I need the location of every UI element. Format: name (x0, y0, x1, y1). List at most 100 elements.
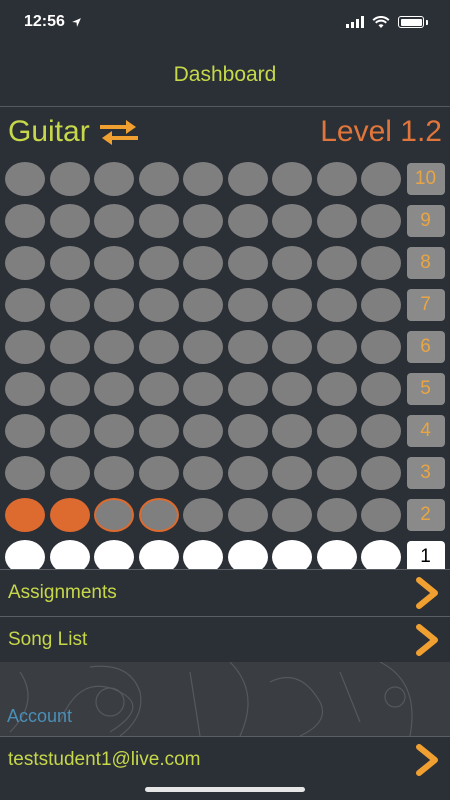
progress-dot-empty (49, 288, 90, 322)
progress-row: 10 (5, 158, 445, 200)
row-number-badge: 3 (406, 457, 445, 489)
progress-dot-empty (5, 456, 45, 490)
progress-dot-empty (316, 372, 357, 406)
account-section-label: Account (7, 706, 73, 726)
progress-dot-empty (138, 456, 179, 490)
progress-dot-empty (227, 288, 268, 322)
progress-dot-empty (94, 330, 134, 364)
row-number-badge: 6 (406, 331, 445, 363)
battery-cap (426, 19, 428, 25)
progress-dot-filled (5, 498, 45, 532)
home-indicator[interactable] (145, 787, 305, 792)
progress-dot-empty (94, 288, 134, 322)
progress-dot-empty (94, 246, 134, 280)
progress-dot-empty (138, 414, 179, 448)
progress-dot-empty (227, 204, 268, 238)
progress-row: 9 (5, 200, 445, 242)
progress-row: 6 (5, 326, 445, 368)
account-email: teststudent1@live.com (8, 748, 201, 770)
progress-dot-empty (227, 414, 268, 448)
progress-dot-empty (361, 330, 401, 364)
progress-dot-empty (183, 204, 223, 238)
wifi-icon (372, 15, 390, 28)
progress-row: 8 (5, 242, 445, 284)
progress-row: 2 (5, 494, 445, 536)
row-number-badge: 10 (406, 163, 445, 195)
chevron-right-icon (416, 623, 438, 656)
row-number-badge: 9 (406, 205, 445, 237)
progress-dot-empty (361, 204, 401, 238)
level-label: Level 1.2 (320, 115, 442, 148)
progress-dot-empty (227, 456, 268, 490)
progress-dot-empty (138, 372, 179, 406)
signal-icon (346, 16, 364, 28)
progress-dot-empty (272, 246, 312, 280)
battery-icon (398, 16, 424, 28)
progress-dot-empty (5, 246, 45, 280)
progress-grid: 10 9 8 7 6 5 4 3 2 1 (5, 158, 445, 578)
progress-dot-empty (94, 414, 134, 448)
progress-dot-empty (316, 288, 357, 322)
progress-dot-empty (316, 330, 357, 364)
row-number-badge: 2 (406, 499, 445, 531)
progress-dot-empty (227, 498, 268, 532)
status-right (346, 15, 428, 29)
progress-dot-empty (5, 162, 45, 196)
row-number-badge: 5 (406, 373, 445, 405)
progress-dot-empty (272, 204, 312, 238)
progress-dot-empty (5, 204, 45, 238)
song-list-label: Song List (8, 628, 88, 650)
assignments-row[interactable]: Assignments (0, 569, 450, 615)
progress-dot-empty (361, 246, 401, 280)
progress-dot-empty (5, 414, 45, 448)
row-number-badge: 4 (406, 415, 445, 447)
status-bar: 12:56 (0, 0, 450, 44)
account-section-header: Account (0, 662, 450, 736)
progress-dot-outlined (94, 498, 134, 532)
progress-dot-empty (227, 162, 268, 196)
progress-dot-empty (183, 288, 223, 322)
nav-bar: Dashboard (0, 44, 450, 107)
progress-dot-empty (361, 162, 401, 196)
status-left: 12:56 (24, 13, 82, 31)
progress-dot-empty (227, 246, 268, 280)
progress-dot-empty (5, 330, 45, 364)
progress-dot-empty (272, 372, 312, 406)
progress-dot-empty (272, 456, 312, 490)
progress-dot-empty (272, 498, 312, 532)
account-email-row[interactable]: teststudent1@live.com (0, 736, 450, 782)
progress-dot-empty (183, 414, 223, 448)
progress-dot-empty (49, 246, 90, 280)
progress-dot-empty (49, 372, 90, 406)
progress-dot-empty (183, 456, 223, 490)
progress-dot-empty (138, 330, 179, 364)
progress-dot-empty (227, 330, 268, 364)
progress-row: 4 (5, 410, 445, 452)
progress-dot-empty (227, 372, 268, 406)
progress-dot-empty (316, 246, 357, 280)
swap-arrows-icon[interactable] (96, 117, 142, 147)
progress-dot-empty (361, 456, 401, 490)
progress-dot-empty (94, 456, 134, 490)
progress-dot-empty (183, 498, 223, 532)
row-number-badge: 8 (406, 247, 445, 279)
progress-dot-empty (272, 288, 312, 322)
row-number-badge: 7 (406, 289, 445, 321)
progress-dot-empty (316, 162, 357, 196)
progress-dot-empty (272, 414, 312, 448)
progress-dot-empty (361, 288, 401, 322)
progress-dot-empty (49, 456, 90, 490)
instrument-selector[interactable]: Guitar (8, 115, 142, 149)
progress-dot-empty (316, 204, 357, 238)
song-list-row[interactable]: Song List (0, 616, 450, 662)
progress-dot-empty (316, 498, 357, 532)
progress-dot-empty (138, 288, 179, 322)
progress-dot-empty (316, 414, 357, 448)
progress-dot-empty (94, 162, 134, 196)
progress-dot-empty (138, 204, 179, 238)
progress-dot-outlined (138, 498, 179, 532)
progress-dot-empty (49, 204, 90, 238)
assignments-label: Assignments (8, 581, 117, 603)
chevron-right-icon (416, 576, 438, 609)
progress-dot-empty (5, 372, 45, 406)
